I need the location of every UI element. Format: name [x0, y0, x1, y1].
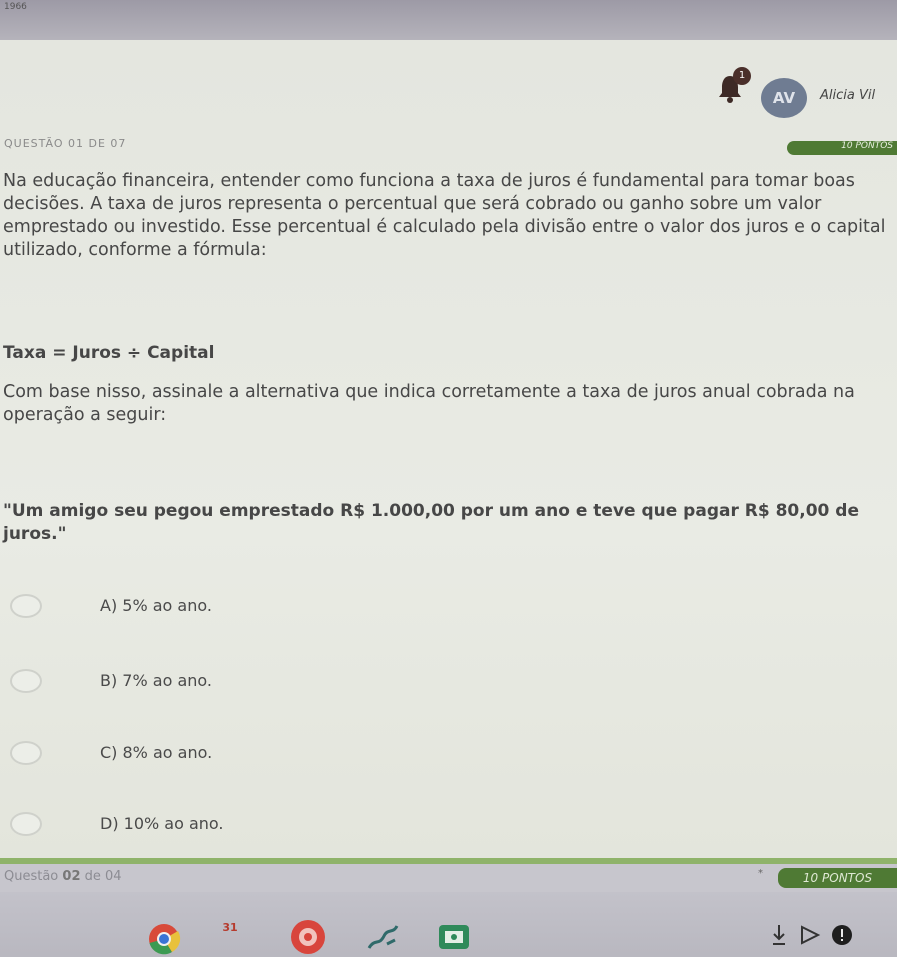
chrome-icon[interactable]	[146, 921, 182, 957]
browser-top-strip: 1966	[0, 0, 897, 40]
status-icon[interactable]	[830, 923, 854, 947]
radio-button-d[interactable]	[10, 812, 42, 836]
next-question-number: 02	[62, 869, 81, 884]
option-a[interactable]: A) 5% ao ano.	[10, 594, 410, 624]
radio-button-a[interactable]	[10, 594, 42, 618]
radio-button-b[interactable]	[10, 669, 42, 693]
notification-badge: 1	[733, 67, 751, 85]
calendar-day-text: 31	[222, 921, 238, 934]
option-b-label[interactable]: B) 7% ao ano.	[100, 671, 212, 690]
option-d[interactable]: D) 10% ao ano.	[10, 812, 410, 842]
calendar-icon[interactable]: 31	[215, 921, 245, 951]
question-points-badge: 10 PONTOS	[787, 141, 897, 155]
draw-icon[interactable]	[365, 920, 401, 954]
required-star: *	[758, 868, 763, 879]
option-a-label[interactable]: A) 5% ao ano.	[100, 596, 212, 615]
photos-icon[interactable]	[289, 918, 327, 956]
question-number: QUESTÃO 01 DE 07	[4, 137, 127, 150]
question-paragraph: Na educação financeira, entender como fu…	[3, 171, 886, 260]
question-card: 1 AV Alicia Vil QUESTÃO 01 DE 07 10 PONT…	[0, 40, 897, 864]
question-quote: "Um amigo seu pegou emprestado R$ 1.000,…	[3, 501, 859, 544]
corner-text: 1966	[4, 2, 27, 12]
play-icon[interactable]	[798, 924, 822, 946]
option-c[interactable]: C) 8% ao ano.	[10, 741, 410, 771]
classroom-icon[interactable]	[437, 922, 471, 952]
user-name[interactable]: Alicia Vil	[820, 88, 875, 103]
next-question-header[interactable]: Questão 02 de 04 * 10 PONTOS	[0, 864, 897, 892]
radio-button-c[interactable]	[10, 741, 42, 765]
download-icon[interactable]	[770, 922, 788, 948]
next-question-points-badge: 10 PONTOS	[778, 868, 897, 888]
next-question-label: Questão 02 de 04	[4, 869, 122, 884]
option-b[interactable]: B) 7% ao ano.	[10, 669, 410, 699]
avatar[interactable]: AV	[761, 78, 807, 118]
option-c-label[interactable]: C) 8% ao ano.	[100, 743, 212, 762]
question-instruction: Com base nisso, assinale a alternativa q…	[3, 382, 855, 425]
formula-text: Taxa = Juros ÷ Capital	[3, 343, 215, 363]
option-d-label[interactable]: D) 10% ao ano.	[100, 814, 224, 833]
